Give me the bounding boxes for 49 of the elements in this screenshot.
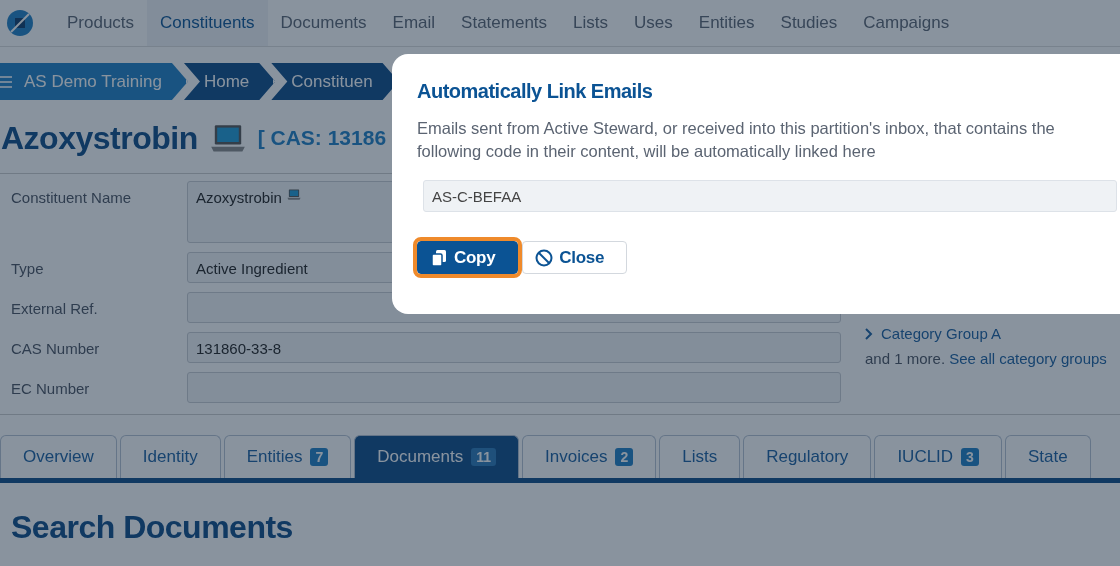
nav-item[interactable]: Entities [685,0,768,46]
page-title: Azoxystrobin [1,119,198,157]
tab[interactable]: Regulatory [743,435,872,478]
cas-number: [ CAS: 13186 [257,126,387,150]
tab[interactable]: Lists [659,435,741,478]
nav-item[interactable]: Statements [448,0,561,46]
breadcrumb-item[interactable]: Home [183,63,276,100]
input-field[interactable] [187,372,841,403]
tab[interactable]: State [1004,435,1091,478]
cancel-icon [535,248,554,267]
copy-icon [430,248,448,267]
field-label: External Ref. [11,299,99,317]
field-label: Constituent Name [11,188,133,206]
chevron-icon [865,327,873,340]
dialog-message: Emails sent from Active Steward, or received into this partition's inbox, that contains the following code in their content, will be automatically linked here [417,118,1056,162]
field-label: CAS Number [11,339,101,357]
input-field[interactable]: 131860-33-8 [187,332,841,363]
count-badge: 11 [471,448,496,466]
tab[interactable]: Identity [119,435,221,478]
menu-icon [0,74,14,89]
field-label: EC Number [11,379,91,397]
nav-item[interactable]: Uses [621,0,686,46]
laptop-icon [209,123,246,153]
category-link[interactable]: Category Group A [865,325,1120,342]
count-badge: 7 [310,448,329,466]
close-button[interactable]: Close [522,241,628,274]
nav-item[interactable]: Email [379,0,449,46]
more-text: and 1 more. [865,350,946,367]
tab[interactable]: Invoices 2 [522,435,657,478]
tab[interactable]: Documents 11 [354,435,519,478]
dialog-title: Automatically Link Emails [417,80,654,103]
breadcrumb-item[interactable]: AS Demo Training [0,63,188,100]
tab[interactable]: IUCLID 3 [874,435,1002,478]
nav-item[interactable]: Studies [767,0,851,46]
see-all-link[interactable]: See all category groups [949,350,1107,367]
tab[interactable]: Overview [0,435,117,478]
nav-item[interactable]: Constituents [147,0,268,46]
nav-item[interactable]: Products [54,0,148,46]
section-title: Search Documents [11,509,294,546]
nav-item[interactable]: Lists [560,0,622,46]
count-badge: 3 [961,448,979,466]
code-field[interactable]: AS-C-BEFAA [423,180,1117,212]
laptop-icon [286,189,301,201]
field-label: Type [11,259,45,277]
nav-item[interactable]: Campaigns [850,0,963,46]
tab[interactable]: Entities 7 [223,435,352,478]
count-badge: 2 [615,448,634,466]
logo-icon[interactable] [6,9,34,37]
nav-item[interactable]: Documents [267,0,380,46]
